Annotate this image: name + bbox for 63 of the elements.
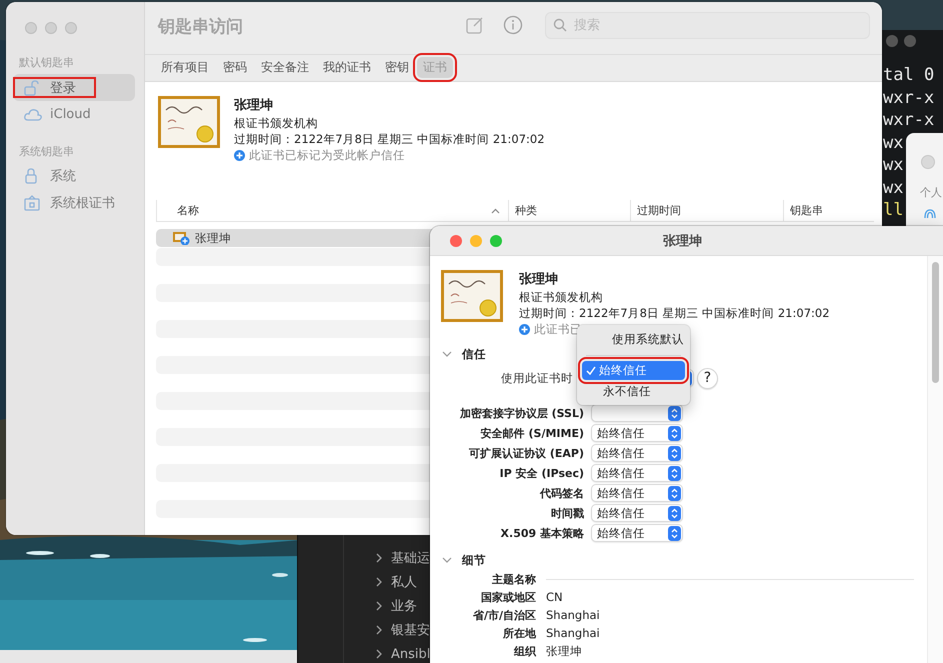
terminal-line: wxr-x [882,109,934,132]
field-label: X.509 基本策略 [500,526,584,540]
field-label: 组织 [512,644,536,658]
tab[interactable]: 安全备注 [255,57,315,78]
popup-button[interactable]: 始终信任 [591,524,683,542]
field-value: Shanghai [546,608,600,622]
sidebar-item[interactable]: 登录 [13,74,135,101]
section-header: 细节 [462,552,486,568]
column-header[interactable]: 钥匙串 [784,200,873,221]
field-label: 加密套接字协议层 (SSL) [458,406,584,420]
field-label: 国家或地区 [480,590,536,604]
tab[interactable]: 所有项目 [155,57,215,78]
section-header: 默认钥匙串 [19,56,75,70]
field-label: IP 安全 (IPsec) [498,466,584,480]
section-label: 个人 [920,185,943,200]
terminal-line: wx [882,176,904,199]
menu-item[interactable]: 始终信任 [582,361,685,380]
certificate-name: 张理坤 [234,97,274,115]
popup-button[interactable]: 始终信任 [591,464,683,482]
field-label: 代码签名 [538,486,584,500]
window-title: 张理坤 [663,232,702,250]
certificate-type: 根证书颁发机构 [519,289,604,305]
trust-status: 此证书已标记为受此帐户信任 [249,148,405,162]
column-header[interactable]: 种类 [509,200,631,221]
folder-item[interactable]: 基础运 [391,549,430,567]
certificate-type: 根证书颁发机构 [234,115,319,131]
folder-item[interactable]: 业务 [391,597,417,615]
folder-item[interactable]: Ansibl [391,646,430,662]
tab[interactable]: 我的证书 [317,57,377,78]
expiry-date: 过期时间：2122年7月8日 星期三 中国标准时间 21:07:02 [234,131,545,147]
certificate-name: 张理坤 [519,271,559,289]
popup-button[interactable]: 始终信任 [591,484,683,502]
expiry-date: 过期时间：2122年7月8日 星期三 中国标准时间 21:07:02 [519,305,830,321]
folder-item[interactable]: 私人 [391,573,417,591]
field-value: CN [546,590,563,604]
terminal-line: tal 0 [882,64,934,86]
field-value: Shanghai [546,626,600,640]
section-header: 信任 [462,346,486,362]
field-label: 使用此证书时 [500,370,573,386]
window-title: 钥匙串访问 [158,16,243,38]
help-button[interactable]: ? [697,368,718,388]
popup-button[interactable]: 始终信任 [591,444,683,462]
menu-item[interactable]: 永不信任 [582,382,685,401]
field-value: 张理坤 [546,644,582,658]
field-label: 省/市/自治区 [472,608,536,622]
tab[interactable]: 密钥 [379,57,415,78]
terminal-line: wxr-x [882,86,934,109]
terminal-line: wx [882,154,904,176]
field-label: 时间戳 [550,506,584,520]
field-label: 安全邮件 (S/MIME) [480,426,584,440]
terminal-line: ll [882,199,904,222]
popup-button[interactable]: 始终信任 [591,504,683,522]
menu-item[interactable]: 使用系统默认 [582,330,685,349]
tab[interactable]: 密码 [217,57,253,78]
field-label: 所在地 [502,626,536,640]
terminal-line: wx [882,132,904,154]
column-header[interactable]: 过期时间 [631,200,784,221]
folder-item[interactable]: 银基安 [391,621,430,639]
column-header[interactable]: 名称 [156,200,509,221]
field-label: 可扩展认证协议 (EAP) [468,446,584,460]
field-label: 主题名称 [491,572,536,586]
popup-button[interactable]: 始终信任 [591,424,683,442]
section-header: 系统钥匙串 [19,145,75,159]
